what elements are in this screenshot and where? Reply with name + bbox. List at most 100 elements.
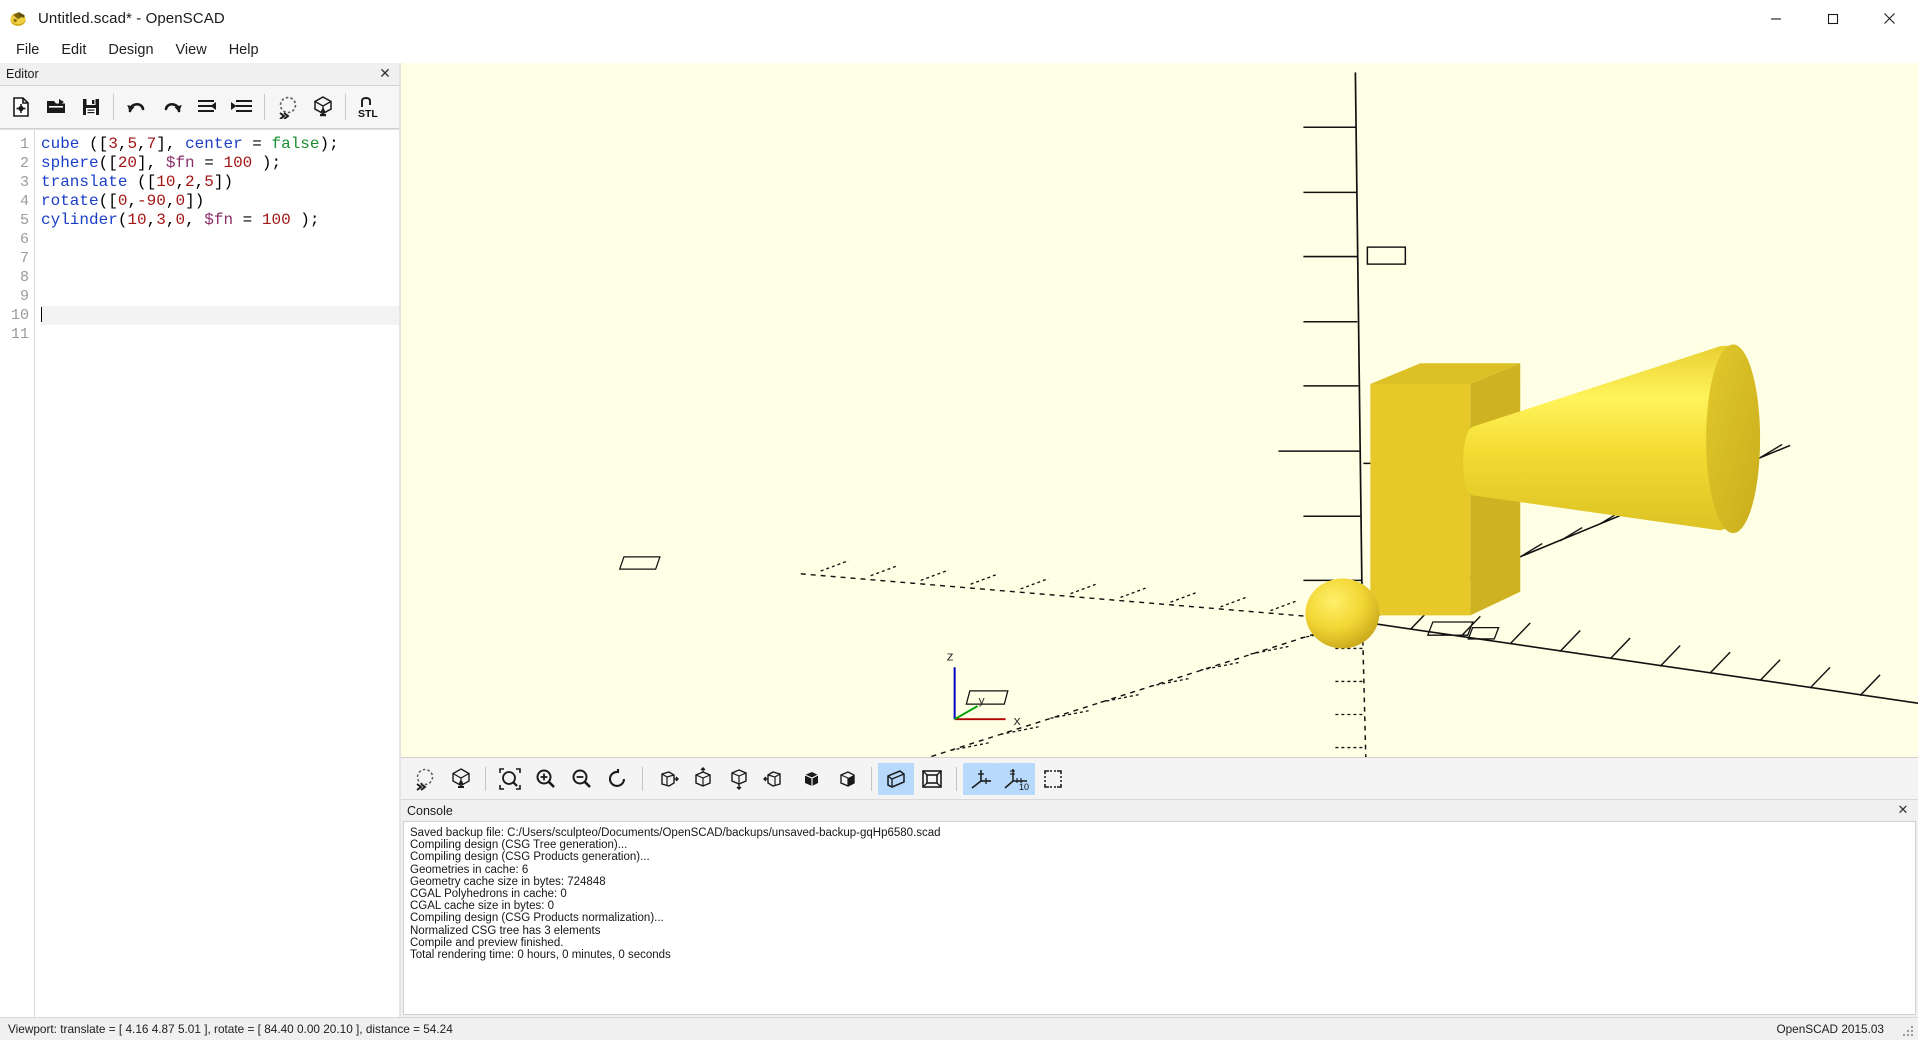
code-line[interactable]: rotate([0,-90,0]): [41, 192, 399, 211]
save-file-button[interactable]: [74, 91, 107, 124]
menu-view[interactable]: View: [165, 39, 218, 61]
open-file-button[interactable]: [39, 91, 72, 124]
editor-close-icon[interactable]: ✕: [377, 65, 393, 81]
code-token: ): [319, 135, 330, 153]
zoom-all-button[interactable]: [492, 763, 528, 795]
code-token: 0: [117, 192, 128, 210]
title-bar: Untitled.scad* - OpenSCAD: [0, 0, 1918, 37]
console-line: Compiling design (CSG Tree generation)..…: [410, 839, 628, 852]
new-file-button[interactable]: [4, 91, 37, 124]
code-token: ]: [137, 154, 147, 172]
code-token: 10: [156, 173, 176, 191]
resize-grip-icon[interactable]: [1901, 1024, 1915, 1038]
unindent-button[interactable]: [190, 91, 223, 124]
maximize-button[interactable]: [1804, 0, 1861, 37]
view-front-button[interactable]: [793, 763, 829, 795]
code-line[interactable]: [41, 325, 399, 344]
menu-design[interactable]: Design: [97, 39, 164, 61]
code-token: ,: [185, 211, 205, 229]
console-line: Geometries in cache: 6: [410, 863, 529, 876]
console-line: Compiling design (CSG Products generatio…: [410, 851, 650, 864]
toolbar-separator: [113, 94, 114, 120]
code-token: ): [223, 173, 234, 191]
code-line[interactable]: [41, 230, 399, 249]
code-token: ,: [127, 192, 138, 210]
line-number: 11: [10, 326, 29, 343]
view-left-button[interactable]: [757, 763, 793, 795]
code-token: (: [117, 211, 128, 229]
console-dock: Console ✕ Saved backup file: C:/Users/sc…: [401, 799, 1918, 1017]
console-line: Compiling design (CSG Products normaliza…: [410, 912, 664, 925]
code-line[interactable]: sphere([20], $fn = 100 );: [41, 154, 399, 173]
code-line[interactable]: [41, 249, 399, 268]
console-line: Saved backup file: C:/Users/sculpteo/Doc…: [410, 827, 941, 839]
code-token: $fn: [165, 154, 195, 172]
line-number: 8: [19, 269, 29, 286]
code-token: ,: [146, 211, 157, 229]
perspective-button[interactable]: [878, 762, 914, 795]
viewport-status-text: Viewport: translate = [ 4.16 4.87 5.01 ]…: [8, 1022, 453, 1036]
line-number: 7: [19, 250, 29, 267]
minimize-button[interactable]: [1747, 0, 1804, 37]
code-token: ): [290, 211, 310, 229]
show-crosshairs-button[interactable]: [1035, 763, 1071, 795]
line-number: 10: [10, 307, 29, 324]
zoom-in-button[interactable]: [528, 763, 564, 795]
code-token: ;: [271, 154, 282, 172]
orthogonal-button[interactable]: [914, 763, 950, 795]
view-back-button[interactable]: [829, 763, 865, 795]
svg-text:z: z: [947, 649, 954, 664]
toolbar-separator: [264, 94, 265, 120]
view-bottom-button[interactable]: [721, 763, 757, 795]
code-token: (: [79, 135, 99, 153]
code-line[interactable]: [41, 306, 399, 325]
right-pane: z x y 10 Console ✕ Saved backup file: C:…: [399, 63, 1918, 1017]
toolbar-separator: [956, 766, 957, 791]
version-label: OpenSCAD 2015.03: [1776, 1022, 1884, 1036]
code-line[interactable]: translate ([10,2,5]): [41, 173, 399, 192]
code-token: translate: [41, 173, 128, 191]
code-text[interactable]: cube ([3,5,7], center = false); sphere([2…: [35, 130, 399, 1017]
redo-button[interactable]: [155, 91, 188, 124]
menu-edit[interactable]: Edit: [50, 39, 97, 61]
console-output[interactable]: Saved backup file: C:/Users/sculpteo/Doc…: [403, 821, 1916, 1015]
code-token: 5: [204, 173, 214, 191]
3d-viewport[interactable]: z x y: [401, 63, 1918, 757]
toolbar-separator: [345, 94, 346, 120]
code-token: 10: [127, 211, 147, 229]
viewport-render-button[interactable]: [443, 763, 479, 795]
code-line[interactable]: [41, 287, 399, 306]
code-editor[interactable]: 1 2 3 4 5 6 7 8 9 10 11 cube ([3,5,7], c…: [0, 129, 399, 1017]
undo-button[interactable]: [120, 91, 153, 124]
console-line: CGAL cache size in bytes: 0: [410, 900, 555, 913]
console-close-icon[interactable]: ✕: [1895, 801, 1911, 817]
indent-button[interactable]: [225, 91, 258, 124]
view-top-button[interactable]: [685, 763, 721, 795]
render-button[interactable]: [306, 91, 339, 124]
code-token: ]: [156, 135, 166, 153]
show-scale-markers-button[interactable]: 10: [999, 762, 1035, 795]
menu-file[interactable]: File: [5, 39, 50, 61]
export-stl-button[interactable]: STL: [352, 91, 385, 124]
code-token: ,: [175, 173, 186, 191]
view-right-button[interactable]: [649, 763, 685, 795]
preview-button[interactable]: [271, 91, 304, 124]
reset-view-button[interactable]: [600, 763, 636, 795]
menu-help[interactable]: Help: [218, 39, 270, 61]
code-token: 0: [175, 192, 186, 210]
code-token: false: [271, 135, 320, 153]
viewport-preview-button[interactable]: [407, 763, 443, 795]
code-line[interactable]: cube ([3,5,7], center = false);: [41, 135, 399, 154]
console-line: CGAL Polyhedrons in cache: 0: [410, 888, 567, 901]
code-token: 100: [223, 154, 253, 172]
code-token: -90: [137, 192, 166, 210]
show-axes-button[interactable]: [963, 762, 999, 795]
close-button[interactable]: [1861, 0, 1918, 37]
line-number-gutter: 1 2 3 4 5 6 7 8 9 10 11: [0, 130, 35, 1017]
scale-marker-label: 10: [1019, 782, 1029, 791]
svg-text:x: x: [1014, 713, 1021, 728]
code-line[interactable]: [41, 268, 399, 287]
code-line[interactable]: cylinder(10,3,0, $fn = 100 );: [41, 211, 399, 230]
zoom-out-button[interactable]: [564, 763, 600, 795]
line-number: 4: [19, 193, 29, 210]
